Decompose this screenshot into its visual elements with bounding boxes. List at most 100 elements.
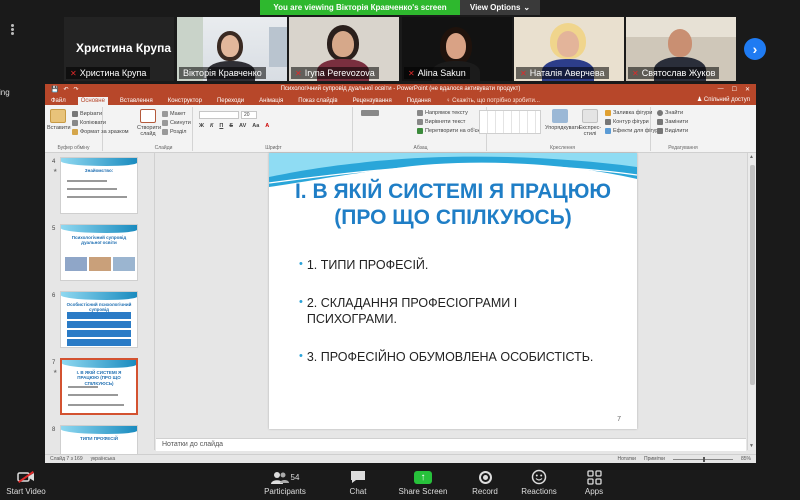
shape-effects-button[interactable]: Ефекти для фігур: [605, 128, 658, 134]
shape-fill-button[interactable]: Заливка фігури: [605, 110, 652, 116]
quick-styles-button[interactable]: Експрес-стилі: [577, 109, 603, 137]
share-screen-button[interactable]: ↑ Share Screen: [397, 468, 449, 496]
tab-file[interactable]: Файл: [48, 97, 69, 105]
slide-page-number: 7: [617, 416, 621, 423]
tab-insert[interactable]: Вставлення: [117, 97, 156, 105]
tab-review[interactable]: Рецензування: [350, 97, 395, 105]
participant-tile[interactable]: ✕ Святослав Жуков: [626, 17, 736, 81]
view-options-button[interactable]: View Options ⌄: [460, 0, 540, 15]
slide-thumbnail[interactable]: Особистісний психологічний супровід: [60, 291, 138, 348]
section-button[interactable]: Розділ: [162, 129, 186, 135]
participant-tile[interactable]: ✕ Iryna Perevozova: [289, 17, 399, 81]
record-label: Record: [472, 487, 498, 496]
zoom-level[interactable]: 85%: [741, 456, 751, 462]
participant-tile[interactable]: ✕ Наталія Аверчева: [514, 17, 624, 81]
current-slide[interactable]: I. В ЯКІЙ СИСТЕМІ Я ПРАЦЮЮ (ПРО ЩО СПІЛК…: [269, 153, 637, 429]
tab-view[interactable]: Подання: [404, 97, 434, 105]
format-painter-button[interactable]: Формат за зразком: [72, 129, 129, 135]
reset-label: Скинути: [170, 120, 191, 126]
language-indicator[interactable]: українська: [91, 456, 116, 462]
underline-button[interactable]: П: [219, 123, 223, 129]
shape-outline-button[interactable]: Контур фігури: [605, 119, 649, 125]
bullet-text: 2. СКЛАДАННЯ ПРОФЕСІОГРАМИ І ПСИХОГРАМИ.: [306, 296, 518, 327]
participant-tile-active[interactable]: Вікторія Кравченко: [177, 17, 287, 81]
cut-button[interactable]: Вирізати: [72, 111, 102, 117]
group-label: Креслення: [550, 145, 575, 151]
start-video-button[interactable]: Start Video: [6, 468, 46, 496]
thumb-text-line: [67, 188, 117, 190]
thumb-text-line: [68, 386, 98, 388]
bullets-buttons[interactable]: [361, 110, 379, 116]
font-name-field[interactable]: [199, 111, 239, 119]
text-direction-button[interactable]: Напрямок тексту: [417, 110, 468, 116]
copy-button[interactable]: Копіювати: [72, 120, 106, 126]
thumb-title: Знайомство:: [84, 168, 114, 173]
find-label: Знайти: [665, 110, 684, 116]
participant-tile[interactable]: ✕ Alina Sakun: [402, 17, 512, 81]
share-screen-label: Share Screen: [398, 487, 448, 496]
shape-outline-label: Контур фігури: [613, 119, 649, 125]
thumb-text-line: [68, 404, 124, 406]
scroll-up-icon[interactable]: ▲: [749, 154, 754, 160]
arrange-button[interactable]: Упорядкувати: [545, 109, 580, 131]
editing-group: Знайти Замінити Виділити Редагування: [653, 107, 713, 151]
new-slide-button[interactable]: Створити слайд: [137, 109, 162, 138]
align-text-button[interactable]: Вирівняти текст: [417, 119, 465, 125]
scroll-thumb[interactable]: [750, 165, 755, 385]
paste-button[interactable]: Вставити: [47, 109, 71, 131]
slide-thumbnail[interactable]: Психологічний супровід дуальної освіти: [60, 224, 138, 281]
notes-toggle[interactable]: Нотатки: [618, 456, 636, 462]
next-page-button[interactable]: ›: [744, 38, 766, 60]
font-size-field[interactable]: 20: [241, 111, 257, 119]
shapes-gallery[interactable]: [479, 110, 541, 134]
record-button[interactable]: Record: [468, 468, 502, 496]
zoom-slider[interactable]: [672, 456, 733, 462]
slide-title-line: I. В ЯКІЙ СИСТЕМІ Я ПРАЦЮЮ: [294, 180, 612, 203]
vertical-scrollbar[interactable]: ▲ ▼: [747, 153, 756, 450]
align-text-label: Вирівняти текст: [425, 119, 466, 125]
tab-design[interactable]: Конструктор: [165, 97, 205, 105]
slide-thumbnail[interactable]: Знайомство:: [60, 157, 138, 214]
notes-pane[interactable]: Нотатки до слайда: [156, 438, 746, 451]
reactions-button[interactable]: Reactions: [517, 468, 561, 496]
scroll-down-icon[interactable]: ▼: [749, 443, 754, 449]
slide-bullet: • 1. ТИПИ ПРОФЕСІЙ.: [299, 257, 428, 273]
tab-home[interactable]: Основне: [77, 97, 108, 105]
shape-fill-label: Заливка фігури: [613, 110, 653, 116]
tab-slideshow[interactable]: Показ слайдів: [295, 97, 340, 105]
reset-button[interactable]: Скинути: [162, 120, 191, 126]
drawing-group: Упорядкувати Експрес-стилі Заливка фігур…: [475, 107, 658, 151]
participants-icon: 54: [259, 468, 311, 486]
bullet-text: 3. ПРОФЕСІЙНО ОБУМОВЛЕНА ОСОБИСТІСТЬ.: [306, 350, 594, 364]
share-button[interactable]: ♟ Спільний доступ: [697, 96, 750, 103]
tell-me-search[interactable]: ♀ Скажіть, що потрібно зробити...: [443, 97, 543, 105]
case-button[interactable]: Aa: [252, 123, 259, 129]
bold-button[interactable]: Ж: [199, 123, 204, 129]
new-slide-icon: [140, 109, 156, 123]
section-label: Розділ: [170, 129, 187, 135]
spacing-button[interactable]: AV: [239, 123, 246, 129]
participant-namebar: ✕ Наталія Аверчева: [516, 67, 609, 79]
apps-button[interactable]: Apps: [580, 468, 608, 496]
format-label: Формат за зразком: [80, 129, 129, 135]
share-banner-message: You are viewing Вікторія Кравченко's scr…: [260, 0, 460, 15]
group-label: Буфер обміну: [57, 145, 90, 151]
more-options-icon[interactable]: [11, 24, 21, 35]
new-slide-label: Створити слайд: [137, 125, 162, 138]
strikethrough-button[interactable]: S: [229, 123, 233, 129]
chat-button[interactable]: Chat: [340, 468, 376, 496]
slide-thumbnail-selected[interactable]: I. В ЯКІЙ СИСТЕМІ Я ПРАЦЮЮ (ПРО ЩО СПІЛК…: [60, 358, 138, 415]
comments-toggle[interactable]: Примітки: [644, 456, 665, 462]
select-button[interactable]: Виділити: [657, 128, 688, 134]
tab-transitions[interactable]: Переходи: [214, 97, 247, 105]
replace-button[interactable]: Замінити: [657, 119, 688, 125]
participants-button[interactable]: 54 Participants: [259, 468, 311, 496]
italic-button[interactable]: К: [210, 123, 213, 129]
find-button[interactable]: Знайти: [657, 110, 683, 116]
select-label: Виділити: [665, 128, 689, 134]
participant-tile[interactable]: Христина Крупа ✕ Христина Крупа: [64, 17, 174, 81]
font-color-button[interactable]: A: [265, 123, 269, 129]
layout-button[interactable]: Макет: [162, 111, 186, 117]
tab-animations[interactable]: Анімація: [256, 97, 286, 105]
animation-star-icon: ★: [53, 168, 58, 174]
